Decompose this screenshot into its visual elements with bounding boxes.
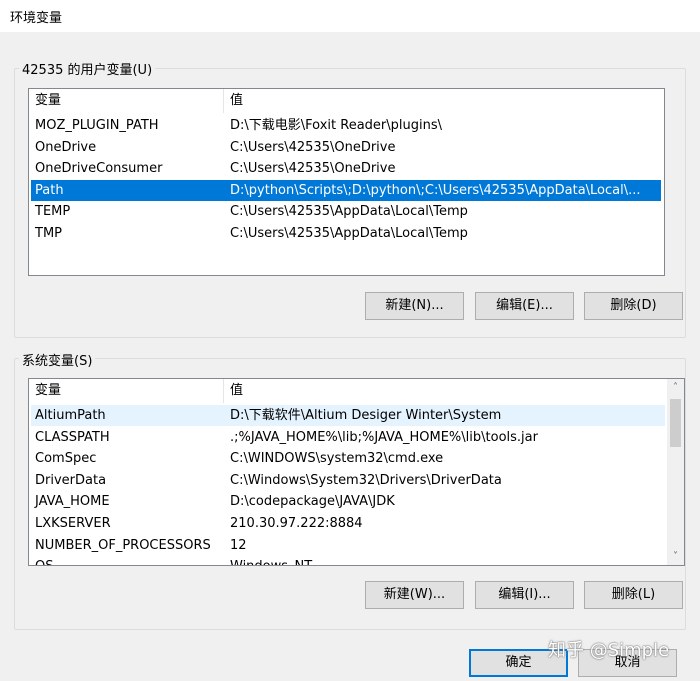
system-var-row-value: D:\codepackage\JAVA\JDK bbox=[230, 494, 395, 510]
system-var-row-name: LXKSERVER bbox=[35, 516, 111, 531]
watermark: 知乎 @Simple bbox=[548, 640, 670, 661]
system-vars-col-value[interactable]: 值 bbox=[224, 379, 667, 403]
system-var-row-name: OS bbox=[35, 556, 53, 565]
user-edit-button[interactable]: 编辑(E)... bbox=[475, 292, 574, 320]
scroll-up-icon[interactable]: ˄ bbox=[667, 379, 684, 396]
system-vars-scrollbar[interactable]: ˄ ˅ bbox=[667, 379, 684, 565]
system-var-row[interactable]: ComSpec C:\WINDOWS\system32\cmd.exe bbox=[31, 448, 665, 469]
user-var-row-name: OneDriveConsumer bbox=[35, 161, 163, 177]
system-var-row-name: AltiumPath bbox=[35, 408, 106, 423]
user-var-row-name: TEMP bbox=[35, 204, 71, 220]
system-var-row-value: 12 bbox=[230, 537, 247, 553]
system-var-row-value: 210.30.97.222:8884 bbox=[230, 516, 363, 531]
system-edit-button[interactable]: 编辑(I)... bbox=[475, 581, 574, 609]
user-delete-button[interactable]: 删除(D) bbox=[584, 292, 683, 320]
system-var-row-name: CLASSPATH bbox=[35, 429, 110, 445]
user-var-row-value: D:\下载电影\Foxit Reader\plugins\ bbox=[230, 118, 442, 133]
system-var-row-value: D:\下载软件\Altium Desiger Winter\System bbox=[230, 408, 502, 423]
user-var-row[interactable]: OneDriveConsumer C:\Users\42535\OneDrive bbox=[31, 158, 661, 179]
system-var-row[interactable]: OS Windows_NT bbox=[31, 556, 665, 565]
system-var-row-value: C:\Windows\System32\Drivers\DriverData bbox=[230, 472, 502, 488]
system-var-row[interactable]: CLASSPATH .;%JAVA_HOME%\lib;%JAVA_HOME%\l… bbox=[31, 427, 665, 448]
system-vars-col-name[interactable]: 变量 bbox=[29, 379, 224, 403]
user-var-row-value: C:\Users\42535\OneDrive bbox=[230, 161, 396, 177]
user-var-row-value: D:\python\Scripts\;D:\python\;C:\Users\4… bbox=[230, 182, 641, 198]
user-vars-header: 变量 值 bbox=[29, 89, 664, 113]
system-vars-group-label: 系统变量(S) bbox=[19, 350, 96, 369]
user-var-row-value: C:\Users\42535\AppData\Local\Temp bbox=[230, 204, 468, 220]
system-var-row[interactable]: DriverData C:\Windows\System32\Drivers\Dr… bbox=[31, 470, 665, 491]
user-vars-group-label: 42535 的用户变量(U) bbox=[19, 59, 156, 78]
system-var-row[interactable]: JAVA_HOME D:\codepackage\JAVA\JDK bbox=[31, 491, 665, 512]
system-vars-list[interactable]: 变量 值 AltiumPath D:\下载软件\Altium Desiger Wi… bbox=[28, 378, 685, 566]
user-var-row-name: MOZ_PLUGIN_PATH bbox=[35, 118, 159, 133]
system-var-row-name: ComSpec bbox=[35, 451, 97, 467]
user-vars-col-name[interactable]: 变量 bbox=[29, 89, 224, 113]
system-vars-header: 变量 值 bbox=[29, 379, 667, 403]
scroll-down-icon[interactable]: ˅ bbox=[667, 548, 684, 565]
system-var-row-value: C:\WINDOWS\system32\cmd.exe bbox=[230, 451, 444, 467]
system-var-row[interactable]: NUMBER_OF_PROCESSORS 12 bbox=[31, 535, 665, 556]
system-delete-button[interactable]: 删除(L) bbox=[584, 581, 683, 609]
user-var-row[interactable]: TEMP C:\Users\42535\AppData\Local\Temp bbox=[31, 201, 661, 222]
system-var-row-value: Windows_NT bbox=[230, 556, 312, 565]
window-title: 环境变量 bbox=[10, 11, 63, 26]
system-var-row-name: DriverData bbox=[35, 472, 107, 488]
user-var-row-value: C:\Users\42535\OneDrive bbox=[230, 139, 396, 155]
system-var-row[interactable]: AltiumPath D:\下载软件\Altium Desiger Winter\… bbox=[31, 405, 665, 426]
system-var-row[interactable]: LXKSERVER 210.30.97.222:8884 bbox=[31, 513, 665, 534]
system-new-button[interactable]: 新建(W)... bbox=[365, 581, 464, 609]
user-var-row-name: OneDrive bbox=[35, 139, 97, 155]
user-new-button[interactable]: 新建(N)... bbox=[365, 292, 464, 320]
system-var-row-value: .;%JAVA_HOME%\lib;%JAVA_HOME%\lib\tools.… bbox=[230, 429, 538, 445]
user-var-row[interactable]: OneDrive C:\Users\42535\OneDrive bbox=[31, 137, 661, 158]
system-var-row-name: NUMBER_OF_PROCESSORS bbox=[35, 537, 211, 553]
user-var-row-name: TMP bbox=[35, 226, 62, 241]
user-var-row[interactable]: Path D:\python\Scripts\;D:\python\;C:\Use… bbox=[31, 179, 661, 201]
user-var-row-name: Path bbox=[35, 182, 64, 198]
user-vars-col-value[interactable]: 值 bbox=[224, 89, 664, 113]
user-vars-list[interactable]: 变量 值 MOZ_PLUGIN_PATH D:\下载电影\Foxit Reader… bbox=[28, 88, 665, 276]
title-bar: 环境变量 bbox=[0, 0, 700, 32]
user-var-row[interactable]: MOZ_PLUGIN_PATH D:\下载电影\Foxit Reader\plug… bbox=[31, 115, 661, 136]
user-var-row-value: C:\Users\42535\AppData\Local\Temp bbox=[230, 226, 468, 241]
scroll-thumb[interactable] bbox=[670, 399, 681, 447]
user-var-row[interactable]: TMP C:\Users\42535\AppData\Local\Temp bbox=[31, 223, 661, 244]
system-var-row-name: JAVA_HOME bbox=[35, 494, 110, 510]
